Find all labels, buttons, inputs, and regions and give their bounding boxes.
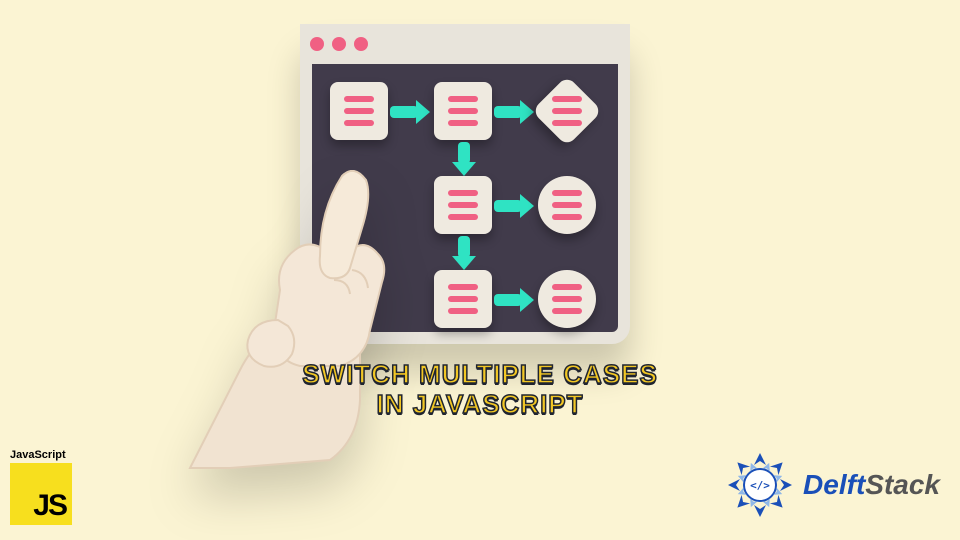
flow-node-square — [330, 82, 388, 140]
flow-node-circle — [538, 270, 596, 328]
pointing-hand-illustration — [170, 170, 430, 470]
delftstack-logo: </> DelftStack — [725, 450, 940, 520]
window-dot-red-icon — [332, 37, 346, 51]
arrow-right-icon — [390, 106, 418, 118]
flow-node-square — [434, 270, 492, 328]
arrow-right-icon — [494, 294, 522, 306]
title-line-2: in Javascript — [302, 390, 658, 420]
js-badge-label: JavaScript — [10, 449, 88, 461]
js-logo-text: JS — [33, 489, 66, 523]
delftstack-mandala-icon: </> — [725, 450, 795, 520]
arrow-down-icon — [458, 142, 470, 164]
arrow-right-icon — [494, 106, 522, 118]
flow-node-diamond — [532, 76, 603, 147]
flow-node-square — [434, 176, 492, 234]
javascript-badge: JavaScript JS — [10, 449, 88, 525]
arrow-down-icon — [458, 236, 470, 258]
svg-text:</>: </> — [750, 479, 770, 492]
flow-node-square — [434, 82, 492, 140]
title-line-1: Switch Multiple Cases — [302, 360, 658, 390]
delftstack-text-blue: Delft — [803, 469, 865, 500]
arrow-right-icon — [494, 200, 522, 212]
window-dot-red-icon — [310, 37, 324, 51]
delftstack-text: DelftStack — [803, 469, 940, 501]
page-title: Switch Multiple Cases in Javascript — [302, 360, 658, 420]
delftstack-text-gray: Stack — [865, 469, 940, 500]
window-titlebar — [300, 24, 630, 64]
flow-node-circle — [538, 176, 596, 234]
window-dot-red-icon — [354, 37, 368, 51]
js-logo-icon: JS — [10, 463, 72, 525]
